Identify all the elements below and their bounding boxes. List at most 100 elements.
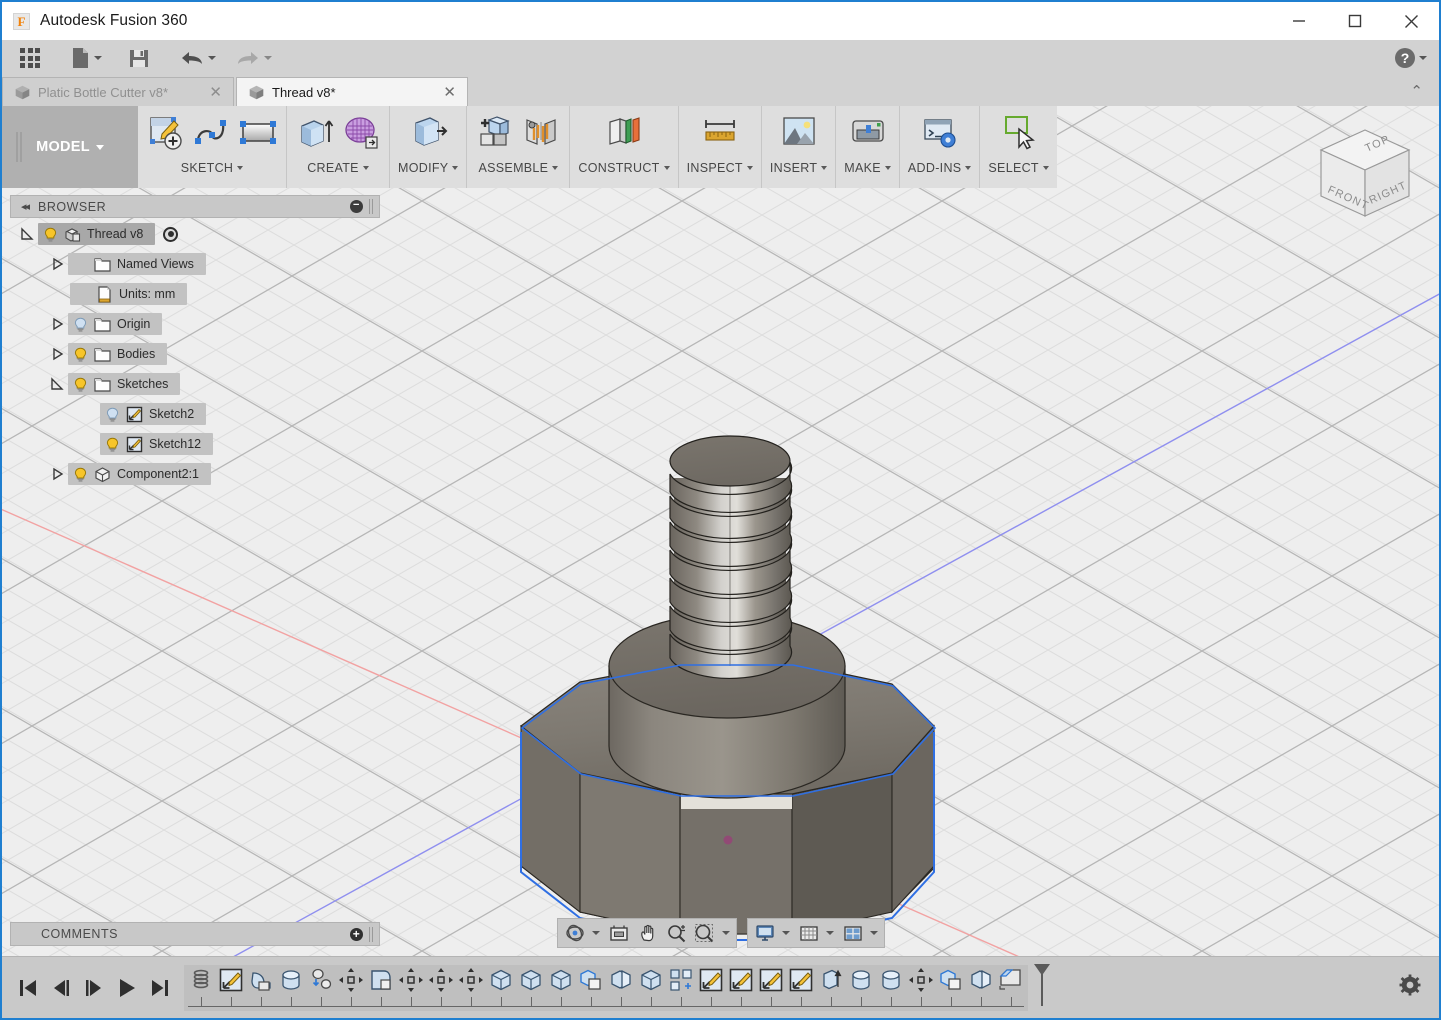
collapse-ribbon-icon[interactable]: ⌃ [1410,82,1423,100]
timeline-feature-cyl1[interactable] [846,967,876,1006]
scripts-addins-icon[interactable] [920,112,960,152]
close-icon[interactable]: ✕ [207,85,224,100]
ribbon-group-label[interactable]: ADD-INS [908,161,972,175]
activate-component-radio[interactable] [163,226,179,242]
browser-tree-row[interactable]: Thread v8 [10,222,380,246]
workspace-switcher[interactable]: MODEL [2,106,138,188]
lightbulb-on-icon[interactable] [73,347,88,362]
create-sketch-icon[interactable] [146,112,186,152]
view-cube[interactable]: TOP FRONT RIGHT [1305,114,1425,234]
tab-platic-bottle-cutter[interactable]: Platic Bottle Cutter v8* ✕ [2,77,234,106]
measure-icon[interactable] [700,112,740,152]
joint-icon[interactable] [521,112,561,152]
browser-item-sketches[interactable]: Sketches [68,373,181,395]
origin-point[interactable] [723,835,733,845]
timeline-feature-sketch3[interactable] [726,967,756,1006]
file-menu-button[interactable] [66,40,106,76]
browser-item-thread-v8[interactable]: Thread v8 [38,223,156,245]
ribbon-group-label[interactable]: CREATE [307,161,369,175]
go-to-end-button[interactable] [150,978,170,998]
timeline-feature-copy[interactable] [576,967,606,1006]
timeline-feature-split2[interactable] [966,967,996,1006]
minus-circle-icon[interactable]: − [350,200,363,213]
lightbulb-on-icon[interactable] [73,467,88,482]
fit-button[interactable] [691,920,733,946]
offset-plane-icon[interactable] [604,112,644,152]
timeline-feature-track[interactable] [184,964,1028,1011]
panel-resize-grip[interactable] [369,926,375,942]
close-button[interactable] [1383,2,1439,40]
timeline-feature-revolve[interactable] [276,967,306,1006]
browser-tree-row[interactable]: Sketches [10,372,380,396]
3d-print-icon[interactable] [848,112,888,152]
extrude-icon[interactable] [295,112,335,152]
browser-tree-row[interactable]: Bodies [10,342,380,366]
timeline-feature-extrude2[interactable] [516,967,546,1006]
timeline-feature-sketch2[interactable] [696,967,726,1006]
undo-button[interactable] [176,40,220,76]
timeline-feature-split[interactable] [606,967,636,1006]
browser-item-origin[interactable]: Origin [68,313,163,335]
timeline-feature-coil[interactable] [186,967,216,1006]
timeline-feature-sketch4[interactable] [756,967,786,1006]
browser-item-bodies[interactable]: Bodies [68,343,168,365]
pan-button[interactable] [635,920,661,946]
browser-tree-row[interactable]: Sketch2 [10,402,380,426]
ribbon-group-label[interactable]: ASSEMBLE [479,161,559,175]
orbit-button[interactable] [561,920,603,946]
comments-panel[interactable]: COMMENTS + [10,922,380,946]
lightbulb-on-icon[interactable] [73,377,88,392]
timeline-feature-thread[interactable] [306,967,336,1006]
viewports-button[interactable] [839,920,881,946]
twisty-closed-icon[interactable] [50,347,64,361]
close-icon[interactable]: ✕ [441,85,458,100]
timeline-feature-move5[interactable] [906,967,936,1006]
redo-button[interactable] [232,40,276,76]
browser-tree-row[interactable]: Named Views [10,252,380,276]
ribbon-group-label[interactable]: SELECT [988,161,1049,175]
go-to-beginning-button[interactable] [18,978,38,998]
browser-item-component2-1[interactable]: Component2:1 [68,463,212,485]
browser-item-named-views[interactable]: Named Views [68,253,206,275]
timeline-feature-extrude1[interactable] [486,967,516,1006]
timeline-feature-pattern[interactable] [666,967,696,1006]
timeline-end-marker[interactable] [1030,962,1054,1013]
create-form-icon[interactable] [341,112,381,152]
help-button[interactable]: ? [1395,48,1427,68]
step-back-button[interactable] [51,978,71,998]
twisty-closed-icon[interactable] [50,257,64,271]
browser-item-sketch12[interactable]: Sketch12 [100,433,214,455]
lightbulb-off-icon[interactable] [105,407,120,422]
browser-tree-row[interactable]: Component2:1 [10,462,380,486]
collapse-panel-icon[interactable]: ◂◂ [21,200,30,213]
timeline-feature-copy2[interactable] [936,967,966,1006]
panel-resize-grip[interactable] [369,199,375,214]
browser-tree-row[interactable]: Sketch12 [10,432,380,456]
timeline-feature-move3[interactable] [426,967,456,1006]
timeline-feature-presspull[interactable] [816,967,846,1006]
twisty-open-icon[interactable] [50,377,64,391]
ribbon-group-label[interactable]: CONSTRUCT [578,161,670,175]
timeline-feature-cyl2[interactable] [876,967,906,1006]
spline-icon[interactable] [192,112,232,152]
timeline-feature-extrude3[interactable] [546,967,576,1006]
lightbulb-on-icon[interactable] [43,227,58,242]
timeline-feature-fillet[interactable] [366,967,396,1006]
maximize-button[interactable] [1327,2,1383,40]
zoom-button[interactable] [663,920,689,946]
timeline-feature-sketch[interactable] [216,967,246,1006]
timeline-feature-chamfer[interactable] [996,967,1026,1006]
twisty-closed-icon[interactable] [50,317,64,331]
display-settings-button[interactable] [751,920,793,946]
timeline-feature-sweep[interactable] [246,967,276,1006]
select-window-icon[interactable] [999,112,1039,152]
step-forward-button[interactable] [84,978,104,998]
timeline-feature-move4[interactable] [456,967,486,1006]
minimize-button[interactable] [1271,2,1327,40]
browser-item-units-mm[interactable]: Units: mm [70,283,188,305]
ribbon-group-label[interactable]: SKETCH [181,161,244,175]
timeline-feature-move2[interactable] [396,967,426,1006]
tab-thread[interactable]: Thread v8* ✕ [236,77,468,106]
save-button[interactable] [124,40,154,76]
ribbon-group-label[interactable]: INSERT [770,161,828,175]
